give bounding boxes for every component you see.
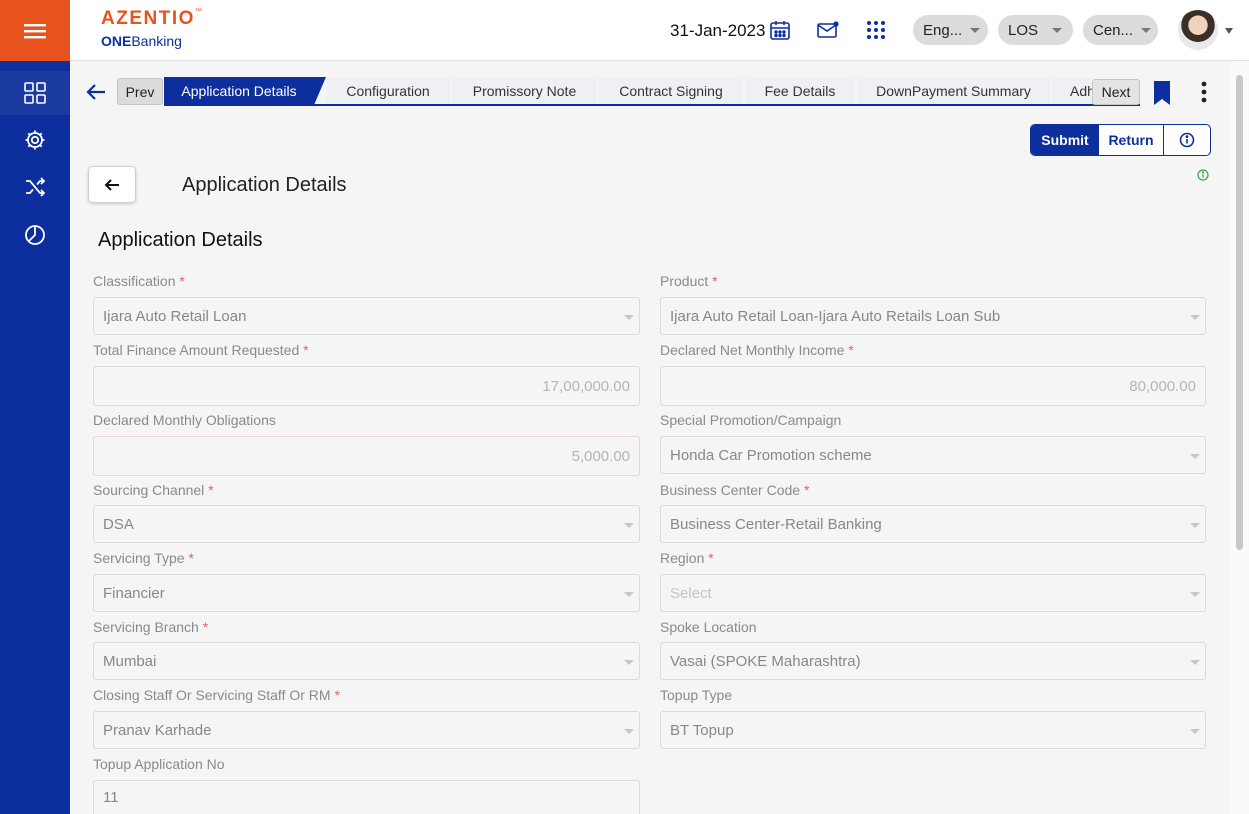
closing-staff-label: Closing Staff Or Servicing Staff Or RM * (93, 687, 340, 703)
status-info-icon[interactable] (1197, 168, 1209, 181)
sidebar-item-workflow[interactable] (0, 165, 70, 209)
brand-logo-sub: ONEBanking (101, 33, 182, 49)
chevron-down-icon (1141, 27, 1152, 33)
scrollbar-thumb[interactable] (1236, 75, 1243, 550)
business-center-label: Business Center Code * (660, 482, 810, 498)
monthly-obligations-label: Declared Monthly Obligations (93, 412, 276, 428)
bookmark-button[interactable] (1152, 80, 1172, 106)
bookmark-icon (1154, 81, 1170, 105)
chevron-down-icon (624, 315, 634, 320)
next-tab-button[interactable]: Next (1092, 79, 1140, 105)
menu-icon (24, 23, 46, 38)
mail-button[interactable] (816, 18, 840, 42)
action-button-group: Submit Return (1030, 124, 1211, 156)
section-title: Application Details (98, 229, 263, 251)
promotion-select[interactable]: Honda Car Promotion scheme (660, 436, 1206, 474)
servicing-branch-label: Servicing Branch * (93, 619, 209, 635)
region-select[interactable]: Select (660, 574, 1206, 612)
tab-configuration[interactable]: Configuration (326, 77, 450, 105)
promotion-label: Special Promotion/Campaign (660, 412, 842, 428)
net-income-label: Declared Net Monthly Income * (660, 342, 854, 358)
tab-underline (164, 104, 1140, 106)
sourcing-channel-select[interactable]: DSA (93, 505, 640, 543)
kebab-menu-icon (1201, 81, 1207, 103)
dashboard-grid-icon (24, 82, 46, 104)
chevron-down-icon (1190, 454, 1200, 459)
topup-type-label: Topup Type (660, 687, 733, 703)
apps-button[interactable] (864, 18, 888, 42)
chevron-down-icon (1052, 27, 1063, 33)
sidebar-item-dashboard[interactable] (0, 71, 70, 115)
tab-notch (314, 77, 326, 105)
net-income-input[interactable]: 80,000.00 (660, 366, 1206, 406)
chevron-down-icon (624, 729, 634, 734)
servicing-branch-select[interactable]: Mumbai (93, 642, 640, 680)
monthly-obligations-input[interactable]: 5,000.00 (93, 436, 640, 476)
page-back-button[interactable] (88, 166, 136, 203)
chevron-down-icon (624, 523, 634, 528)
info-button[interactable] (1164, 125, 1210, 155)
mail-notification-icon (817, 21, 839, 38)
chevron-down-icon (1190, 315, 1200, 320)
center-dropdown[interactable]: Cen... (1083, 15, 1158, 45)
region-label: Region * (660, 550, 714, 566)
calendar-icon (770, 21, 790, 40)
tab-adh[interactable]: Adh (1052, 77, 1092, 105)
page-title: Application Details (182, 174, 347, 196)
submit-button[interactable]: Submit (1031, 125, 1099, 155)
chevron-down-icon (624, 592, 634, 597)
servicing-type-select[interactable]: Financier (93, 574, 640, 612)
sidebar-item-settings[interactable] (0, 118, 70, 162)
business-date: 31-Jan-2023 (670, 21, 766, 40)
apps-grid-icon (867, 21, 885, 39)
chevron-down-icon (970, 27, 981, 33)
more-options-button[interactable] (1197, 80, 1211, 106)
prev-tab-button[interactable]: Prev (117, 78, 163, 105)
topup-app-no-input[interactable]: 11 (93, 780, 640, 814)
topup-app-no-label: Topup Application No (93, 756, 225, 772)
arrow-left-icon (86, 84, 105, 100)
menu-button[interactable] (0, 0, 70, 61)
product-label: Product * (660, 273, 718, 289)
module-dropdown[interactable]: LOS (998, 15, 1073, 45)
gear-icon (25, 130, 45, 150)
total-finance-label: Total Finance Amount Requested * (93, 342, 309, 358)
tab-downpayment-summary[interactable]: DownPayment Summary (857, 77, 1050, 105)
chevron-down-icon (1190, 592, 1200, 597)
avatar[interactable] (1178, 10, 1218, 50)
business-center-select[interactable]: Business Center-Retail Banking (660, 505, 1206, 543)
spoke-location-select[interactable]: Vasai (SPOKE Maharashtra) (660, 642, 1206, 680)
tab-promissory-note[interactable]: Promissory Note (452, 77, 597, 105)
sourcing-channel-label: Sourcing Channel * (93, 482, 214, 498)
tab-fee-details[interactable]: Fee Details (745, 77, 855, 105)
shuffle-icon (26, 177, 46, 197)
chevron-down-icon (624, 660, 634, 665)
tab-contract-signing[interactable]: Contract Signing (599, 77, 743, 105)
servicing-type-label: Servicing Type * (93, 550, 194, 566)
info-icon (1179, 132, 1195, 148)
chevron-down-icon (1190, 523, 1200, 528)
chevron-down-icon[interactable] (1225, 28, 1233, 34)
total-finance-input[interactable]: 17,00,000.00 (93, 366, 640, 406)
spoke-location-label: Spoke Location (660, 619, 757, 635)
back-button[interactable] (84, 80, 108, 104)
chevron-down-icon (1190, 729, 1200, 734)
brand-logo: AZENTIO™ (101, 8, 202, 29)
language-dropdown[interactable]: Eng... (913, 15, 988, 45)
sidebar-item-reports[interactable] (0, 213, 70, 257)
product-select[interactable]: Ijara Auto Retail Loan-Ijara Auto Retail… (660, 297, 1206, 335)
calendar-button[interactable] (768, 18, 792, 42)
topup-type-select[interactable]: BT Topup (660, 711, 1206, 749)
pie-chart-icon (25, 225, 45, 245)
tab-application-details[interactable]: Application Details (164, 77, 314, 105)
closing-staff-select[interactable]: Pranav Karhade (93, 711, 640, 749)
chevron-down-icon (1190, 660, 1200, 665)
classification-select[interactable]: Ijara Auto Retail Loan (93, 297, 640, 335)
classification-label: Classification * (93, 273, 185, 289)
return-button[interactable]: Return (1099, 125, 1164, 155)
top-header: AZENTIO™ ONEBanking 31-Jan-2023 Eng... L… (70, 0, 1249, 61)
arrow-left-icon (104, 178, 119, 191)
